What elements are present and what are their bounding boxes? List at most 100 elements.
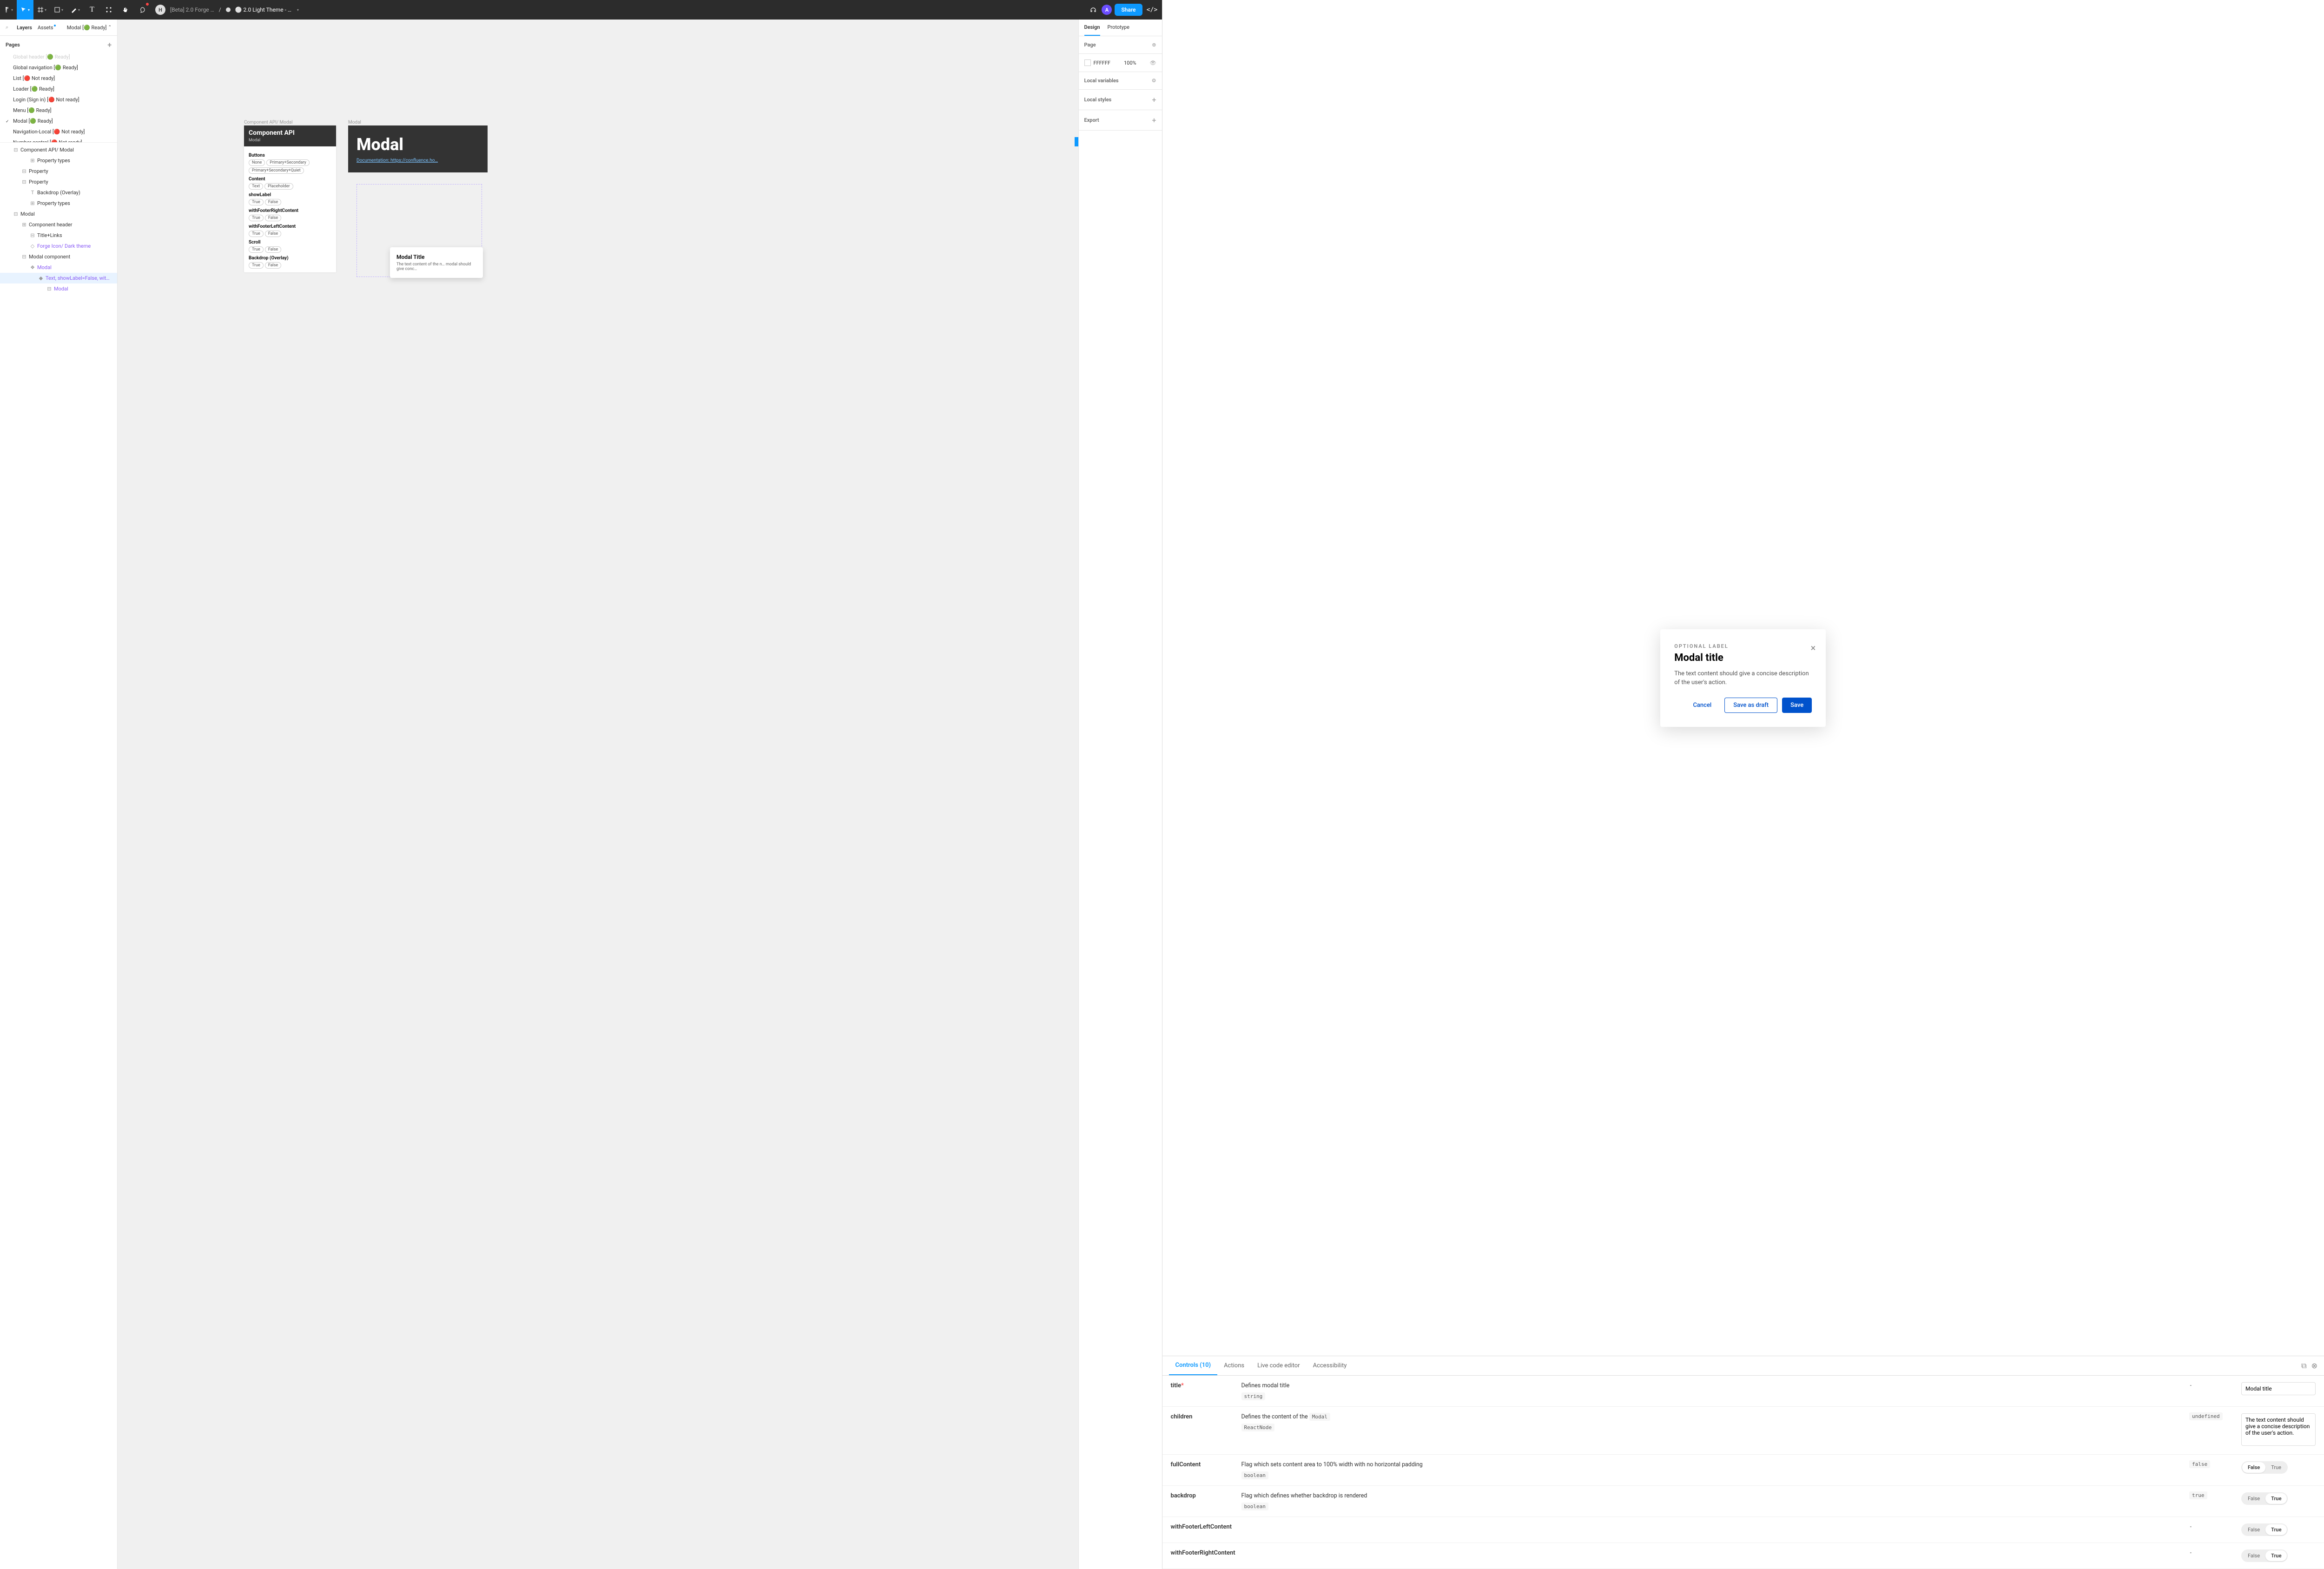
api-subtitle: Modal [249, 138, 331, 143]
dev-mode-button[interactable]: </> [1145, 3, 1159, 17]
close-icon[interactable]: × [1811, 642, 1816, 653]
close-panel-icon[interactable]: ⊗ [2311, 1361, 2317, 1371]
design-tab[interactable]: Design [1084, 20, 1100, 36]
textarea-input[interactable]: The text content should give a concise d… [2241, 1413, 2316, 1446]
variables-settings-icon[interactable]: ⚙ [1152, 78, 1156, 84]
search-icon[interactable]: ⌕ [6, 24, 8, 31]
collaborator-avatar-h[interactable]: H [155, 5, 165, 15]
file-dropdown-icon[interactable]: ▾ [297, 8, 299, 12]
frame-tool-button[interactable]: ▾ [33, 0, 50, 20]
page-item[interactable]: Number control [🔴 Not ready] [0, 137, 117, 142]
frame-icon: ⊟ [21, 254, 27, 260]
figma-menu-button[interactable]: ▾ [0, 0, 17, 20]
prop-name: showLabel [249, 192, 331, 198]
page-item[interactable]: List [🔴 Not ready] [0, 73, 117, 84]
boolean-toggle[interactable]: FalseTrue [2241, 1523, 2288, 1536]
audio-call-button[interactable] [1085, 0, 1102, 20]
opacity-value[interactable]: 100% [1124, 60, 1136, 66]
export-label[interactable]: Export [1084, 117, 1099, 123]
section-icon: ⊟ [13, 211, 19, 217]
api-card-frame[interactable]: Component API Modal ButtonsNonePrimary+S… [244, 125, 336, 272]
visibility-icon[interactable]: 👁 [1150, 60, 1156, 66]
page-section-label: Page [1084, 42, 1096, 48]
text-tool-button[interactable]: T [84, 0, 100, 20]
layer-item[interactable]: ❖Modal [0, 262, 117, 273]
layer-item[interactable]: ⊟Title+Links [0, 230, 117, 241]
preview-modal-text: The text content of the n… modal should … [396, 262, 476, 271]
modal-header-frame[interactable]: Modal Documentation: https://confluence.… [348, 125, 488, 172]
prop-chip: True [249, 246, 264, 253]
layer-section[interactable]: ⊟Modal [0, 209, 117, 219]
save-button[interactable]: Save [1782, 698, 1812, 713]
page-item[interactable]: Login (Sign in) [🔴 Not ready] [0, 94, 117, 105]
color-hex-value[interactable]: FFFFFF [1094, 60, 1110, 66]
layer-item[interactable]: ⊞Component header [0, 219, 117, 230]
prop-chip: False [265, 262, 281, 269]
canvas[interactable]: Component API/ Modal Modal Component API… [118, 20, 1078, 1569]
hand-tool-button[interactable] [117, 0, 134, 20]
prop-chip: Primary+Secondary+Quiet [249, 167, 304, 174]
layer-item[interactable]: ⊟Modal [0, 283, 117, 294]
panel-position-icon[interactable]: ⧉ [2301, 1361, 2306, 1371]
storybook-addons-panel: Controls (10) Actions Live code editor A… [1162, 1356, 2324, 1569]
resources-button[interactable] [100, 0, 117, 20]
controls-tab[interactable]: Controls (10) [1169, 1356, 1218, 1375]
frame-label[interactable]: Component API/ Modal [244, 120, 293, 125]
live-code-tab[interactable]: Live code editor [1251, 1357, 1307, 1375]
share-button[interactable]: Share [1115, 4, 1142, 16]
color-swatch[interactable] [1084, 59, 1091, 66]
page-item[interactable]: Loader [🟢 Ready] [0, 84, 117, 94]
page-item[interactable]: Menu [🟢 Ready] [0, 105, 117, 116]
layer-item[interactable]: ⊞Property types [0, 198, 117, 209]
layer-section[interactable]: ⊟Component API/ Modal [0, 145, 117, 155]
current-page-selector[interactable]: Modal [🟢 Ready] ⌃ [67, 25, 112, 31]
assets-tab[interactable]: Assets [38, 25, 55, 31]
layers-tab[interactable]: Layers [17, 25, 32, 31]
modal-preview-frame[interactable]: Modal Title The text content of the n… m… [390, 247, 483, 278]
layer-item[interactable]: ⊟Modal component [0, 251, 117, 262]
layer-item-selected[interactable]: ◆Text, showLabel=False, withFooterRigh..… [0, 273, 117, 283]
add-export-button[interactable]: + [1152, 116, 1156, 125]
current-user-avatar[interactable]: A [1102, 5, 1112, 15]
page-item[interactable]: Global header [🟢 Ready] [0, 54, 117, 62]
prop-name: withFooterLeftContent [249, 224, 331, 229]
boolean-toggle[interactable]: FalseTrue [2241, 1549, 2288, 1562]
layer-item[interactable]: ⊟Property [0, 177, 117, 187]
storybook-preview: OPTIONAL LABEL Modal title × The text co… [1162, 0, 2324, 1356]
pen-tool-button[interactable]: ▾ [67, 0, 84, 20]
layer-item[interactable]: ◇Forge Icon/ Dark theme [0, 241, 117, 251]
file-name-1[interactable]: [Beta] 2.0 Forge … [170, 7, 214, 13]
prototype-tab[interactable]: Prototype [1108, 20, 1129, 36]
add-page-button[interactable]: + [107, 40, 112, 49]
frame-icon: ⊟ [21, 168, 27, 174]
layer-item[interactable]: TBackdrop (Overlay) [0, 187, 117, 198]
accessibility-tab[interactable]: Accessibility [1307, 1357, 1353, 1375]
page-item-active[interactable]: ✓Modal [🟢 Ready] [0, 116, 117, 126]
boolean-toggle[interactable]: FalseTrue [2241, 1492, 2288, 1505]
local-variables-label[interactable]: Local variables [1084, 78, 1119, 84]
move-tool-button[interactable]: ▾ [17, 0, 33, 20]
pages-header: Pages [6, 42, 20, 48]
cancel-button[interactable]: Cancel [1684, 698, 1720, 713]
prop-chip: None [249, 159, 265, 166]
layer-item[interactable]: ⊟Property [0, 166, 117, 177]
control-description: Flag which defines whether backdrop is r… [1241, 1492, 2184, 1510]
comment-tool-button[interactable] [134, 0, 151, 20]
page-item[interactable]: Navigation-Local [🔴 Not ready] [0, 126, 117, 137]
local-styles-label[interactable]: Local styles [1084, 97, 1112, 103]
page-item[interactable]: Global navigation [🟢 Ready] [0, 62, 117, 73]
text-input[interactable] [2241, 1382, 2316, 1395]
prop-chip: False [265, 231, 281, 237]
shape-tool-button[interactable]: ▾ [50, 0, 67, 20]
boolean-toggle[interactable]: FalseTrue [2241, 1461, 2288, 1474]
add-style-button[interactable]: + [1152, 95, 1156, 104]
modal-title: Modal title [1674, 652, 1812, 664]
documentation-link[interactable]: Documentation: https://confluence.ho… [357, 158, 479, 163]
save-draft-button[interactable]: Save as draft [1724, 698, 1777, 713]
frame-label[interactable]: Modal [348, 120, 361, 125]
actions-tab[interactable]: Actions [1217, 1357, 1251, 1375]
file-name-2[interactable]: ⚪ 2.0 Light Theme - … [235, 7, 291, 13]
page-settings-icon[interactable]: ⊕ [1152, 42, 1156, 48]
control-name: withFooterLeftContent [1171, 1523, 1236, 1530]
layer-item[interactable]: ⊞Property types [0, 155, 117, 166]
